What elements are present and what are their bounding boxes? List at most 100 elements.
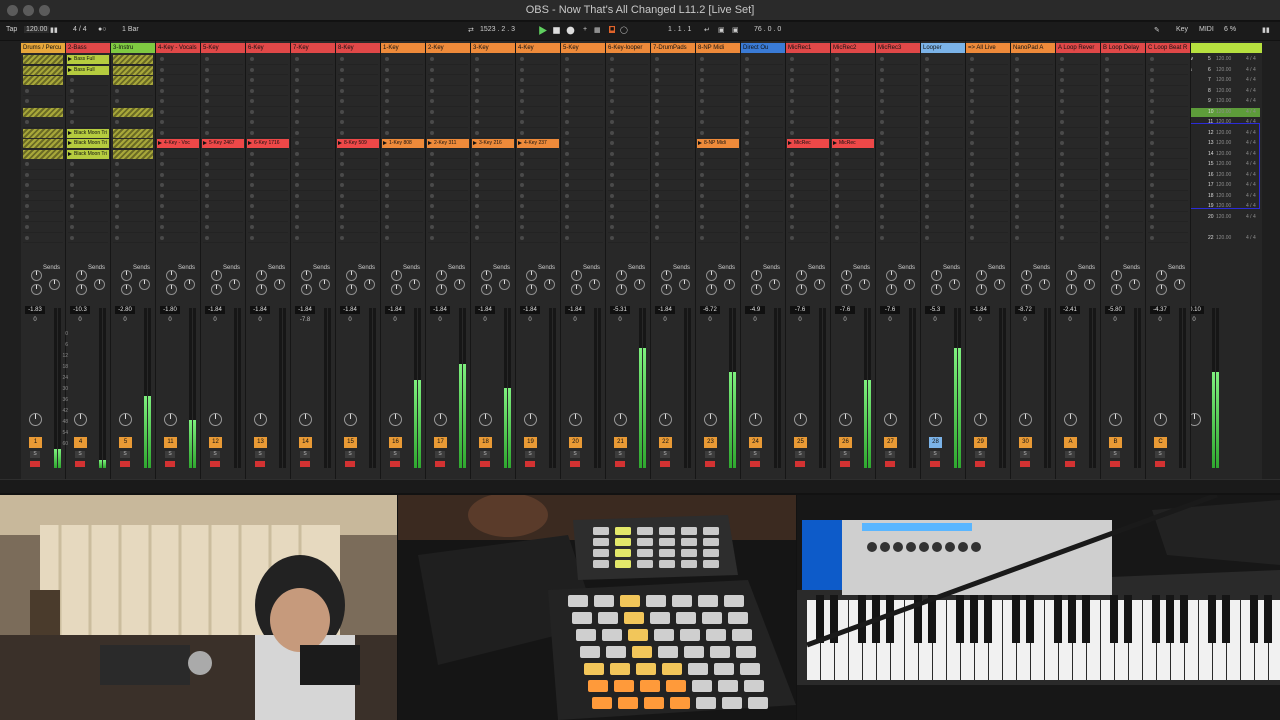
volume-field[interactable]: -10.3 (70, 306, 90, 314)
clip-slot-button[interactable] (565, 130, 569, 135)
pan-knob[interactable] (119, 413, 132, 426)
track-activator-button[interactable]: 29 (974, 437, 987, 448)
send-knob[interactable] (571, 270, 582, 281)
send-knob[interactable] (769, 279, 780, 290)
pan-knob[interactable] (1109, 413, 1122, 426)
clip-slot-button[interactable] (1015, 120, 1019, 124)
track-header[interactable]: 6-Key-looper (606, 43, 650, 53)
volume-field[interactable]: -1.84 (655, 306, 675, 314)
clip-slot-button[interactable] (835, 109, 839, 114)
arm-button[interactable] (570, 461, 580, 467)
clip-slot-button[interactable] (655, 67, 659, 72)
clip-slot-button[interactable] (250, 67, 254, 72)
clip-slot-button[interactable] (25, 193, 29, 198)
track-header[interactable]: B Loop Delay (1101, 43, 1145, 53)
solo-button[interactable]: S (975, 451, 985, 458)
clip-slot-button[interactable] (70, 172, 74, 177)
clip-slot-button[interactable] (565, 67, 569, 72)
clip-slot-button[interactable] (835, 214, 839, 219)
clip-slot-button[interactable] (520, 130, 524, 135)
clip-slot-button[interactable] (25, 99, 29, 103)
clip-slot-button[interactable] (115, 235, 119, 240)
send-knob[interactable] (481, 270, 492, 281)
clip-slot-button[interactable] (790, 120, 794, 124)
arm-button[interactable] (1065, 461, 1075, 467)
clip-slot-button[interactable] (655, 78, 659, 82)
clip-slot-button[interactable] (790, 204, 794, 208)
clip-slot-button[interactable] (700, 225, 704, 229)
pan-knob[interactable] (29, 413, 42, 426)
clip-slot-button[interactable] (295, 57, 299, 61)
clip-slot-button[interactable] (925, 130, 929, 135)
clip-slot-button[interactable] (205, 214, 209, 219)
clip-slot-button[interactable] (610, 99, 614, 103)
clip-slot-button[interactable] (1105, 88, 1109, 93)
solo-button[interactable]: S (165, 451, 175, 458)
pan-knob[interactable] (344, 413, 357, 426)
track-header[interactable]: C Loop Beat R (1146, 43, 1190, 53)
arm-button[interactable] (615, 461, 625, 467)
volume-field[interactable]: -7.6 (880, 306, 900, 314)
arm-button[interactable] (885, 461, 895, 467)
clip-slot-button[interactable] (970, 99, 974, 103)
send-knob[interactable] (346, 284, 357, 295)
clip-slot-button[interactable] (655, 214, 659, 219)
send-knob[interactable] (616, 284, 627, 295)
send-knob[interactable] (994, 279, 1005, 290)
clip-slot-button[interactable] (475, 225, 479, 229)
arm-button[interactable] (300, 461, 310, 467)
send-knob[interactable] (706, 284, 717, 295)
solo-button[interactable]: S (705, 451, 715, 458)
clip-slot-button[interactable] (340, 204, 344, 208)
clip-slot-button[interactable] (385, 109, 389, 114)
clip-slot-button[interactable] (385, 214, 389, 219)
clip-slot-button[interactable] (340, 225, 344, 229)
clip-slot-button[interactable] (745, 235, 749, 240)
clip-slot-button[interactable] (520, 162, 524, 166)
clip[interactable]: 8-Key 509 (337, 139, 379, 148)
send-knob[interactable] (94, 279, 105, 290)
clip-slot-button[interactable] (610, 130, 614, 135)
track-activator-button[interactable]: 11 (164, 437, 177, 448)
arm-button[interactable] (930, 461, 940, 467)
track-header[interactable]: 4-Key (516, 43, 560, 53)
clip-slot-button[interactable] (340, 109, 344, 114)
clip-slot-button[interactable] (565, 88, 569, 93)
volume-field[interactable]: -4.37 (1150, 306, 1170, 314)
clip[interactable]: 5-Key 2467 (202, 139, 244, 148)
clip-slot-button[interactable] (430, 225, 434, 229)
clip-slot-button[interactable] (700, 78, 704, 82)
pan-knob[interactable] (209, 413, 222, 426)
track-activator-button[interactable]: 4 (74, 437, 87, 448)
arm-button[interactable] (30, 461, 40, 467)
volume-field[interactable]: -6.72 (700, 306, 720, 314)
track-activator-button[interactable]: 27 (884, 437, 897, 448)
clip-slot-button[interactable] (115, 193, 119, 198)
clip-slot-button[interactable] (115, 172, 119, 177)
clip-slot-button[interactable] (655, 99, 659, 103)
clip-slot-button[interactable] (790, 78, 794, 82)
send-knob[interactable] (949, 279, 960, 290)
clip-slot-button[interactable] (655, 57, 659, 61)
clip-slot-button[interactable] (925, 67, 929, 72)
clip-slot-button[interactable] (160, 204, 164, 208)
clip-slot-button[interactable] (880, 225, 884, 229)
send-knob[interactable] (1174, 279, 1185, 290)
clip-slot-button[interactable] (880, 204, 884, 208)
clip-slot-button[interactable] (655, 235, 659, 240)
clip-slot-button[interactable] (655, 193, 659, 198)
send-knob[interactable] (274, 279, 285, 290)
clip-slot-button[interactable] (565, 78, 569, 82)
clip[interactable]: Bass Full (67, 55, 109, 64)
arm-button[interactable] (120, 461, 130, 467)
volume-field[interactable]: -1.80 (160, 306, 180, 314)
track-header[interactable]: Direct Ou (741, 43, 785, 53)
clip-slot-button[interactable] (745, 204, 749, 208)
clip-slot-button[interactable] (1150, 162, 1154, 166)
clip-slot-button[interactable] (610, 78, 614, 82)
clip-slot-button[interactable] (880, 141, 884, 145)
send-knob[interactable] (139, 279, 150, 290)
clip-slot-button[interactable] (1060, 235, 1064, 240)
clip-slot-button[interactable] (565, 141, 569, 145)
clip-slot-button[interactable] (1015, 214, 1019, 219)
